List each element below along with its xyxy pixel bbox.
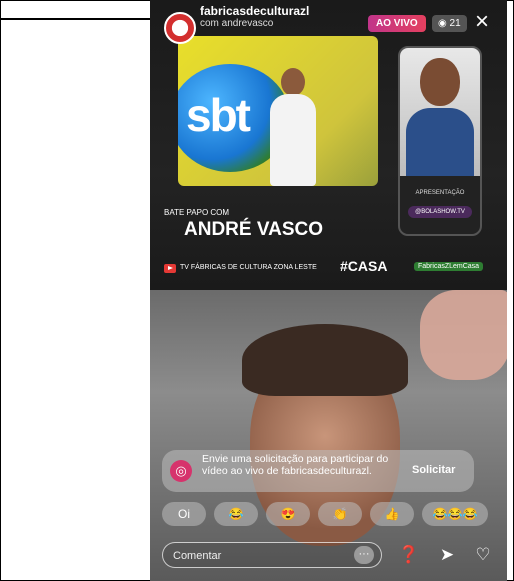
bate-papo-label: BATE PAPO COM bbox=[164, 208, 230, 217]
heart-eyes-emoji-icon[interactable]: 😍 bbox=[266, 502, 310, 526]
join-request-text: Envie uma solicitação para participar do… bbox=[202, 453, 389, 477]
live-badge: AO VIVO bbox=[368, 15, 426, 32]
presenter-label: APRESENTAÇÃO bbox=[415, 190, 465, 196]
quick-reactions-row: Oi 😂 😍 👏 👍 😂😂😂 bbox=[162, 502, 497, 528]
culture-hashtag: #CASA bbox=[340, 258, 388, 274]
host-avatar[interactable] bbox=[164, 12, 196, 44]
sbt-studio-photo: sbt bbox=[178, 36, 378, 186]
reaction-oi-button[interactable]: Oi bbox=[162, 502, 206, 526]
clap-emoji-icon[interactable]: 👏 bbox=[318, 502, 362, 526]
table-cell-left-top bbox=[0, 0, 152, 20]
laugh-emoji-icon[interactable]: 😂 bbox=[214, 502, 258, 526]
thumbs-up-emoji-icon[interactable]: 👍 bbox=[370, 502, 414, 526]
andre-vasco-figure bbox=[270, 68, 316, 186]
heart-icon[interactable]: ♡ bbox=[472, 544, 494, 566]
viewer-camera-video: ◎ Envie uma solicitação para participar … bbox=[150, 290, 507, 581]
live-header: fabricasdeculturazl com andrevasco AO VI… bbox=[150, 0, 507, 44]
broadcast-info-row: TV FÁBRICAS DE CULTURA ZONA LESTE #CASA … bbox=[164, 258, 494, 276]
viewer-hair bbox=[242, 324, 408, 396]
sbt-logo-text: sbt bbox=[186, 89, 251, 141]
table-cell-left bbox=[0, 18, 152, 581]
host-broadcast-video: sbt APRESENTAÇÃO @BOLASHOW.TV BATE PAPO … bbox=[150, 0, 507, 290]
request-join-button[interactable]: Solicitar bbox=[412, 464, 455, 476]
join-request-banner: ◎ Envie uma solicitação para participar … bbox=[162, 450, 474, 492]
triple-laugh-emoji-icon[interactable]: 😂😂😂 bbox=[422, 502, 488, 526]
waving-hand bbox=[420, 290, 507, 380]
comment-input[interactable]: Comentar bbox=[162, 542, 382, 568]
viewer-count: 21 bbox=[449, 18, 461, 29]
host-username[interactable]: fabricasdeculturazl bbox=[200, 4, 309, 18]
eye-icon: ◉ bbox=[438, 18, 447, 29]
close-icon[interactable]: × bbox=[475, 10, 489, 34]
join-live-icon: ◎ bbox=[170, 460, 192, 482]
send-icon[interactable]: ➤ bbox=[436, 544, 458, 566]
comment-bar: Comentar ··· ❓ ➤ ♡ bbox=[162, 540, 502, 572]
question-gift-icon[interactable]: ❓ bbox=[398, 544, 420, 566]
more-options-button[interactable]: ··· bbox=[354, 546, 374, 564]
tv-channel-label: TV FÁBRICAS DE CULTURA ZONA LESTE bbox=[180, 264, 317, 271]
fabricas-hashtag: FabricasZLemCasa bbox=[414, 262, 484, 271]
guest-name-title: ANDRÉ VASCO bbox=[184, 219, 323, 240]
viewer-count-badge[interactable]: ◉ 21 bbox=[432, 15, 467, 32]
youtube-icon bbox=[164, 264, 176, 273]
presenter-video-panel: APRESENTAÇÃO @BOLASHOW.TV bbox=[398, 46, 482, 236]
instagram-live-screen: sbt APRESENTAÇÃO @BOLASHOW.TV BATE PAPO … bbox=[150, 0, 507, 581]
presenter-handle: @BOLASHOW.TV bbox=[408, 206, 472, 218]
with-guest-line: com andrevasco bbox=[200, 18, 274, 29]
